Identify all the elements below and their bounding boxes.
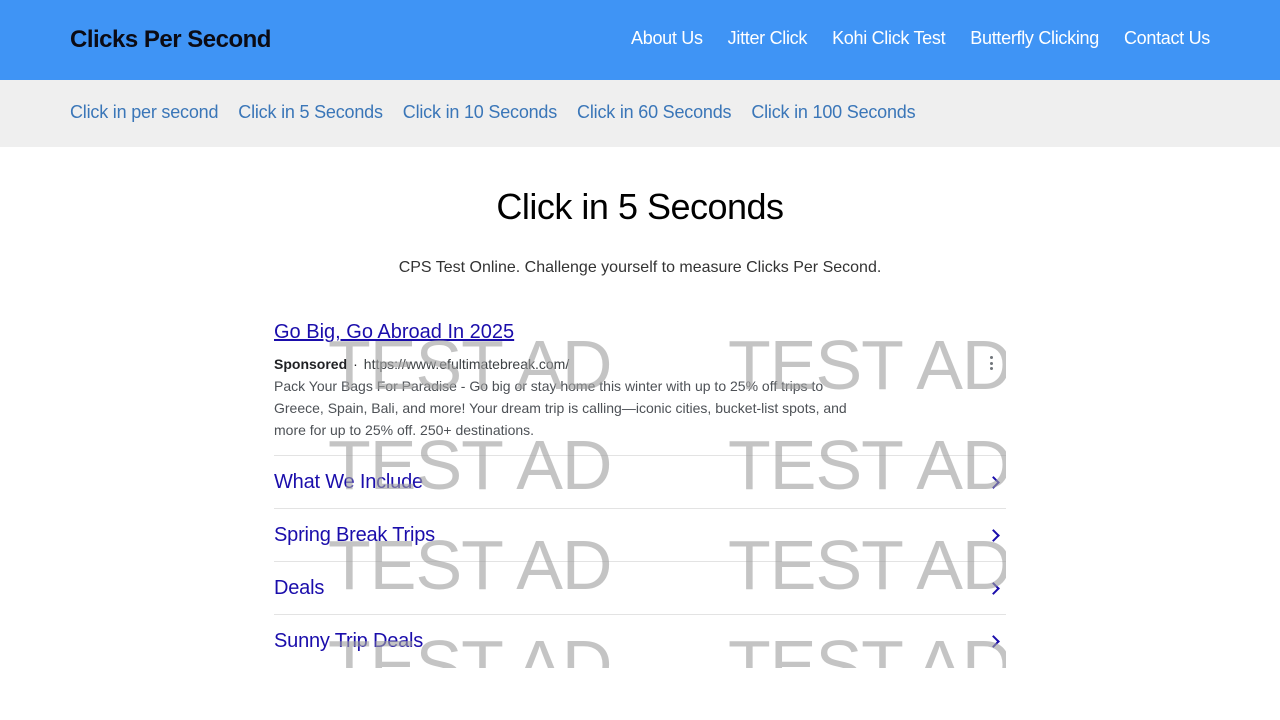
sitelink-what-we-include[interactable]: What We Include	[274, 455, 1006, 508]
subnav-click-5-seconds[interactable]: Click in 5 Seconds	[238, 102, 383, 123]
nav-butterfly-clicking[interactable]: Butterfly Clicking	[970, 28, 1099, 49]
ad-sitelinks: What We Include Spring Break Trips Deals…	[274, 455, 1006, 667]
ad-headline-link[interactable]: Go Big, Go Abroad In 2025	[274, 321, 514, 344]
ad-description: Pack Your Bags For Paradise - Go big or …	[274, 378, 847, 438]
nav-jitter-click[interactable]: Jitter Click	[728, 28, 808, 49]
chevron-right-icon	[987, 581, 1000, 595]
chevron-right-icon	[987, 634, 1000, 648]
subtitle-text: CPS Test Online. Challenge yourself to m…	[398, 259, 882, 276]
subnav-click-per-second[interactable]: Click in per second	[70, 102, 218, 123]
ad-display-url[interactable]: https://www.efultimatebreak.com/	[364, 356, 569, 372]
sitelink-sunny-trip-deals[interactable]: Sunny Trip Deals	[274, 614, 1006, 667]
sponsored-ad: Go Big, Go Abroad In 2025 Sponsored · ht…	[274, 318, 1006, 668]
main-nav: About Us Jitter Click Kohi Click Test Bu…	[631, 28, 1210, 49]
meta-separator: ·	[353, 356, 358, 372]
sitelink-spring-break-trips[interactable]: Spring Break Trips	[274, 508, 1006, 561]
sponsored-label: Sponsored	[274, 356, 348, 372]
sitelink-label: Spring Break Trips	[274, 523, 435, 546]
nav-contact-us[interactable]: Contact Us	[1124, 28, 1210, 49]
sitelink-label: Deals	[274, 576, 325, 599]
kebab-menu-icon[interactable]	[990, 356, 994, 370]
ad-meta: Sponsored · https://www.efultimatebreak.…	[274, 356, 569, 372]
subnav: Click in per second Click in 5 Seconds C…	[70, 102, 916, 123]
site-logo[interactable]: Clicks Per Second	[70, 26, 271, 54]
subnav-click-10-seconds[interactable]: Click in 10 Seconds	[403, 102, 557, 123]
page-title: Click in 5 Seconds	[496, 186, 784, 227]
nav-kohi-click-test[interactable]: Kohi Click Test	[832, 28, 946, 49]
subnav-click-100-seconds[interactable]: Click in 100 Seconds	[751, 102, 915, 123]
chevron-right-icon	[987, 475, 1000, 489]
site-header: Clicks Per Second About Us Jitter Click …	[0, 0, 1280, 80]
subnav-click-60-seconds[interactable]: Click in 60 Seconds	[577, 102, 731, 123]
nav-about-us[interactable]: About Us	[631, 28, 703, 49]
sitelink-label: What We Include	[274, 470, 423, 493]
test-duration-nav: Click in per second Click in 5 Seconds C…	[0, 80, 1280, 147]
chevron-right-icon	[987, 528, 1000, 542]
sitelink-label: Sunny Trip Deals	[274, 629, 424, 652]
page-subtitle: CPS Test Online. Challenge yourself to m…	[0, 259, 1280, 277]
sitelink-deals[interactable]: Deals	[274, 561, 1006, 614]
